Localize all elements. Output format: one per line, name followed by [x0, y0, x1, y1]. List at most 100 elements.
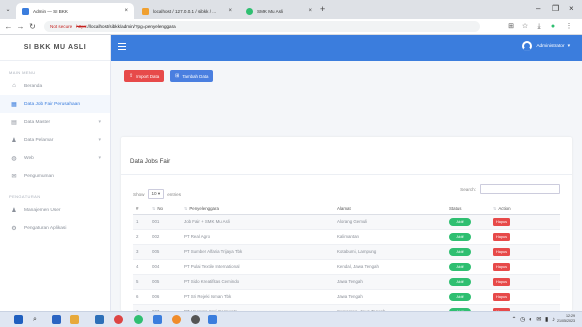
- new-tab-icon[interactable]: +: [320, 4, 325, 14]
- back-icon[interactable]: ←: [4, 22, 13, 31]
- delete-button[interactable]: Hapus: [493, 292, 510, 301]
- tab-search-icon[interactable]: ⌄: [4, 6, 12, 14]
- reload-icon[interactable]: ↻: [28, 22, 37, 31]
- cell-no: 004: [149, 259, 181, 275]
- search-label: Search:: [460, 186, 476, 192]
- import-data-button[interactable]: ⇪ Import Data: [124, 70, 165, 82]
- browser-menu-icon[interactable]: ⋮: [565, 23, 573, 31]
- cell-status: Aktif: [446, 259, 490, 275]
- delete-button[interactable]: Hapus: [493, 217, 510, 226]
- store-icon[interactable]: [95, 315, 104, 324]
- column-header-status[interactable]: Status: [446, 203, 490, 215]
- sidebar-item-pengaturan-aplikasi[interactable]: ⚙ Pengaturan Aplikasi: [0, 219, 110, 237]
- cell-alamat: Jawa Tengah: [334, 274, 446, 290]
- add-data-button[interactable]: ⊞ Tambah Data: [170, 70, 214, 82]
- cell-alamat: Kalimantan: [334, 229, 446, 245]
- url-path: ://localhost/sibkk/admin/?pg=penyelengga…: [86, 24, 176, 29]
- close-tab-icon[interactable]: ×: [118, 8, 128, 14]
- entries-select[interactable]: 10 ▾: [147, 189, 165, 199]
- search-icon[interactable]: ⌕: [33, 315, 42, 324]
- cell-penyelenggara: Job Fair + SMK Mu Asli: [181, 214, 334, 230]
- maximize-icon[interactable]: ❐: [552, 4, 559, 13]
- card-title: Data Jobs Fair: [130, 158, 171, 165]
- cell-index: 6: [133, 289, 149, 305]
- sidebar-item-job-fair[interactable]: ▦ Data Job Fair Perusahaan: [0, 95, 110, 113]
- column-header-action[interactable]: ⇅ Action: [490, 203, 560, 215]
- tab-label: localhost / 127.0.0.1 / sibkk / ...: [153, 8, 217, 14]
- bookmark-star-icon[interactable]: ☆: [521, 23, 529, 31]
- tab-label: SMK Mu Asli: [257, 8, 284, 14]
- browser-tab[interactable]: SMK Mu Asli ×: [240, 3, 318, 19]
- minimize-icon[interactable]: –: [536, 4, 540, 13]
- cell-alamat: Jawa Tengah: [334, 289, 446, 305]
- cell-action: Hapus: [490, 259, 560, 275]
- table-row: 3 005 PT Sumber Alfaria Trijaya Tbk Kotabum…: [133, 244, 560, 260]
- status-badge[interactable]: Aktif: [449, 262, 471, 271]
- sidebar-item-label: Manajemen User: [24, 207, 61, 213]
- browser-tab[interactable]: localhost / 127.0.0.1 / sibkk / ... ×: [136, 3, 238, 19]
- download-icon[interactable]: ⤓: [535, 23, 543, 31]
- home-icon: ⌂: [12, 83, 16, 89]
- sidebar-item-data-pelamar[interactable]: ♟ Data Pelamar ▾: [0, 131, 110, 149]
- system-tray[interactable]: ⌃ ◷ ◐ ✉ ▮ ♪: [511, 316, 556, 323]
- hamburger-menu-icon[interactable]: [118, 43, 126, 52]
- sidebar-item-pengumuman[interactable]: ✉ Pengumuman: [0, 167, 110, 185]
- column-header-alamat[interactable]: Alamat: [334, 203, 446, 215]
- sidebar-item-data-master[interactable]: ▤ Data Master ▾: [0, 113, 110, 131]
- cell-action: Hapus: [490, 214, 560, 230]
- settings-icon[interactable]: [191, 315, 200, 324]
- status-badge[interactable]: Aktif: [449, 292, 471, 301]
- delete-button[interactable]: Hapus: [493, 262, 510, 271]
- forward-icon[interactable]: →: [16, 22, 25, 31]
- entries-label: entries: [167, 191, 182, 197]
- user-menu[interactable]: Administrator ▾: [522, 41, 570, 51]
- app-icon[interactable]: [208, 315, 217, 324]
- cell-index: 2: [133, 229, 149, 245]
- file-explorer-icon[interactable]: [70, 315, 79, 324]
- xampp-icon[interactable]: [172, 315, 181, 324]
- start-icon[interactable]: [14, 315, 23, 324]
- column-header-index[interactable]: #: [133, 203, 149, 215]
- cell-no: 002: [149, 229, 181, 245]
- cell-alamat: Semarang, Jawa Tengah: [334, 304, 446, 311]
- user-name: Administrator: [536, 43, 565, 49]
- translate-icon[interactable]: ⊞: [507, 23, 515, 31]
- profile-icon[interactable]: ●: [549, 23, 557, 31]
- delete-button[interactable]: Hapus: [493, 232, 510, 241]
- column-header-penyelenggara[interactable]: ⇅ Penyelenggara: [181, 203, 334, 215]
- close-window-icon[interactable]: ×: [569, 4, 574, 13]
- cell-status: Aktif: [446, 244, 490, 260]
- close-tab-icon[interactable]: ×: [302, 8, 312, 14]
- top-navbar: Administrator ▾: [111, 35, 582, 61]
- task-view-icon[interactable]: [52, 315, 61, 324]
- tab-label: Admin — SI BKK: [33, 8, 68, 14]
- sidebar-item-beranda[interactable]: ⌂ Beranda: [0, 77, 110, 95]
- clock[interactable]: 12:29 21/05/2023: [557, 314, 575, 324]
- vscode-icon[interactable]: [153, 315, 162, 324]
- upload-icon: ⇪: [129, 73, 134, 79]
- close-tab-icon[interactable]: ×: [222, 8, 232, 14]
- sidebar-item-manajemen-user[interactable]: ♟ Manajemen User: [0, 201, 110, 219]
- app-icon[interactable]: [114, 315, 123, 324]
- delete-button[interactable]: Hapus: [493, 247, 510, 256]
- chevron-down-icon: ▾: [567, 43, 570, 49]
- cell-status: Aktif: [446, 289, 490, 305]
- building-icon: ▦: [11, 101, 17, 108]
- chrome-icon[interactable]: [134, 315, 143, 324]
- chevron-down-icon: ▾: [98, 155, 101, 161]
- brand-title[interactable]: SI BKK MU ASLI: [0, 35, 110, 61]
- plus-icon: ⊞: [175, 73, 180, 79]
- status-badge[interactable]: Aktif: [449, 232, 471, 241]
- status-badge[interactable]: Aktif: [449, 277, 471, 286]
- column-header-no[interactable]: ⇅ No: [149, 203, 181, 215]
- status-badge[interactable]: Aktif: [449, 217, 471, 226]
- cell-no: 005: [149, 244, 181, 260]
- table-row: 2 002 PT Real Agro Kalimantan Aktif Hapus: [133, 229, 560, 245]
- delete-button[interactable]: Hapus: [493, 277, 510, 286]
- status-badge[interactable]: Aktif: [449, 247, 471, 256]
- search-input[interactable]: [480, 184, 560, 194]
- browser-tab-active[interactable]: Admin — SI BKK ×: [16, 3, 134, 19]
- url-input[interactable]: Not secure https://localhost/sibkk/admin/…: [44, 21, 480, 32]
- table-row: 7007PT Ungaran Sari GarmentsSemarang, Ja…: [133, 304, 560, 311]
- sidebar-item-web[interactable]: ◍ Web ▾: [0, 149, 110, 167]
